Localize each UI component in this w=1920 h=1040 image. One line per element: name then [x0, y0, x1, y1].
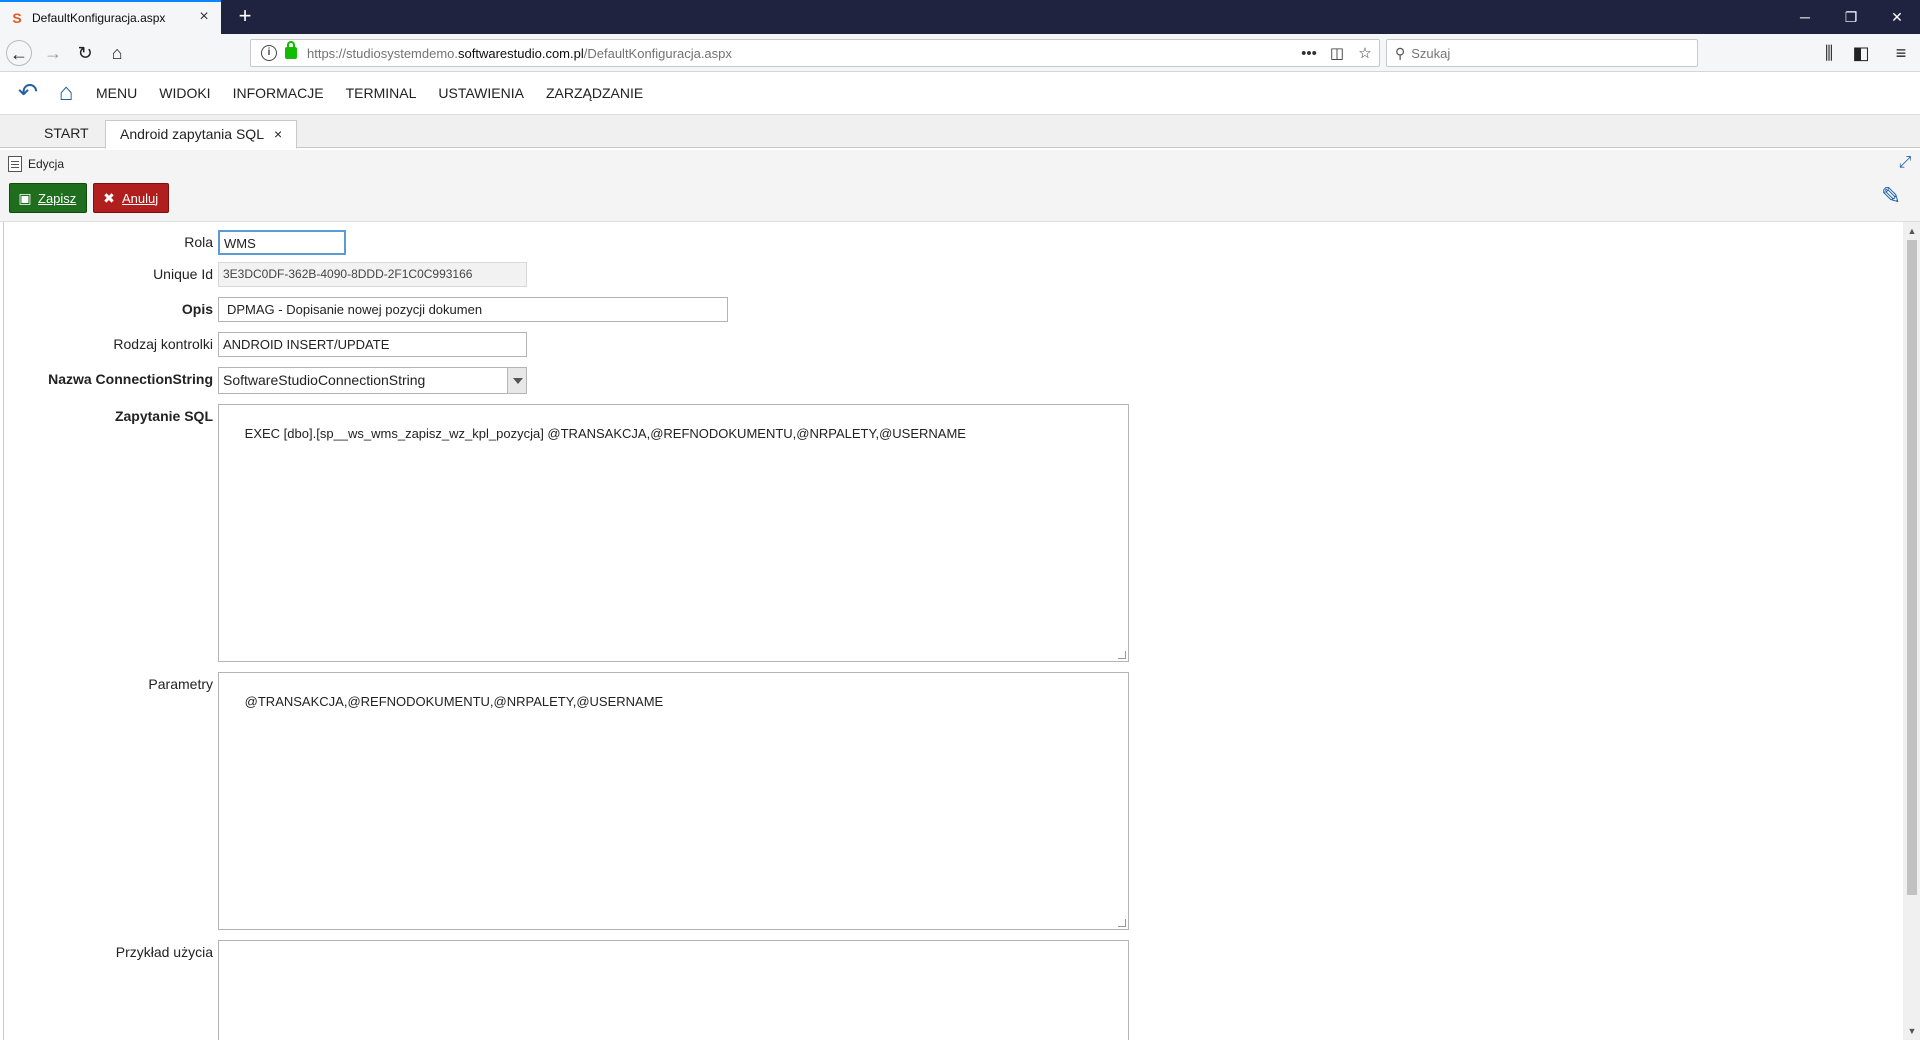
bookmark-star-icon[interactable]: ☆	[1351, 44, 1379, 62]
lock-icon	[285, 41, 297, 59]
tab-close-icon[interactable]: ×	[195, 9, 213, 27]
vertical-scrollbar[interactable]: ▲ ▼	[1903, 222, 1920, 1040]
menu-item-informacje[interactable]: INFORMACJE	[233, 85, 324, 101]
floppy-icon: ▣	[18, 190, 32, 206]
tab-close-icon[interactable]: ×	[274, 126, 282, 142]
zapytanie-sql-textarea[interactable]: EXEC [dbo].[sp__ws_wms_zapisz_wz_kpl_poz…	[218, 404, 1129, 662]
expand-icon[interactable]: ⤢	[1896, 154, 1914, 172]
chevron-down-icon[interactable]	[507, 368, 526, 393]
site-info-icon[interactable]: i	[261, 45, 277, 61]
browser-titlebar: S DefaultKonfiguracja.aspx × + ─ ❐ ✕	[0, 0, 1920, 34]
rola-input[interactable]: WMS	[218, 230, 346, 255]
browser-tab[interactable]: S DefaultKonfiguracja.aspx ×	[0, 0, 221, 34]
app-back-icon[interactable]: ↶	[12, 77, 44, 109]
search-bar[interactable]: ⚲	[1386, 39, 1698, 67]
edit-pen-icon[interactable]: ✎	[1876, 181, 1906, 213]
menu-item-terminal[interactable]: TERMINAL	[346, 85, 417, 101]
rodzaj-kontrolki-label: Rodzaj kontrolki	[113, 336, 213, 352]
new-tab-button[interactable]: +	[232, 4, 258, 30]
tab-android-sql[interactable]: Android zapytania SQL ×	[105, 120, 298, 149]
sidebar-icon[interactable]: ◧	[1848, 40, 1874, 66]
site-favicon-icon: S	[12, 10, 22, 26]
menu-item-widoki[interactable]: WIDOKI	[159, 85, 210, 101]
cancel-label: Anuluj	[122, 190, 159, 206]
x-icon: ✖	[103, 190, 115, 206]
back-icon[interactable]: ←	[6, 40, 32, 66]
panel-title: Edycja	[28, 157, 65, 171]
menu-item-menu[interactable]: MENU	[96, 85, 137, 101]
opis-label: Opis	[181, 301, 213, 317]
przyklad-uzycia-label: Przykład użycia	[115, 944, 213, 960]
scroll-down-icon[interactable]: ▼	[1907, 1026, 1917, 1036]
browser-navbar: ← → ↻ ⌂ i https://studiosystemdemo.softw…	[0, 34, 1920, 72]
parametry-textarea[interactable]: @TRANSAKCJA,@REFNODOKUMENTU,@NRPALETY,@U…	[218, 672, 1129, 930]
connectionstring-label: Nazwa ConnectionString	[48, 371, 213, 387]
forward-icon[interactable]: →	[40, 40, 66, 66]
form-content: Rola WMS Unique Id 3E3DC0DF-362B-4090-8D…	[3, 222, 1900, 1040]
rola-label: Rola	[184, 234, 213, 250]
save-button[interactable]: ▣ Zapisz	[9, 183, 87, 213]
pocket-icon[interactable]: ◫	[1323, 44, 1351, 62]
unique-id-label: Unique Id	[153, 266, 213, 282]
scrollbar-thumb[interactable]	[1907, 240, 1917, 895]
browser-tab-title: DefaultKonfiguracja.aspx	[32, 11, 166, 25]
zapytanie-sql-text: EXEC [dbo].[sp__ws_wms_zapisz_wz_kpl_poz…	[244, 426, 966, 441]
hamburger-menu-icon[interactable]: ≡	[1888, 40, 1914, 66]
app-menubar: ↶ ⌂ MENU WIDOKI INFORMACJE TERMINAL USTA…	[0, 72, 1920, 114]
menu-item-ustawienia[interactable]: USTAWIENIA	[438, 85, 524, 101]
search-input[interactable]	[1411, 45, 1672, 61]
edit-toolbar: ▣ Zapisz ✖ Anuluj ✎	[0, 178, 1920, 222]
reload-icon[interactable]: ↻	[72, 40, 98, 66]
app-home-icon[interactable]: ⌂	[50, 77, 82, 109]
resize-grip-icon[interactable]	[1118, 651, 1126, 659]
parametry-label: Parametry	[148, 676, 213, 692]
menu-item-zarzadzanie[interactable]: ZARZĄDZANIE	[546, 85, 643, 101]
rodzaj-kontrolki-input[interactable]: ANDROID INSERT/UPDATE	[218, 332, 527, 357]
url-text[interactable]: https://studiosystemdemo.softwarestudio.…	[307, 46, 1295, 61]
connectionstring-select[interactable]: SoftwareStudioConnectionString	[218, 367, 527, 394]
panel-header: Edycja ⤢	[0, 150, 1920, 178]
connectionstring-value: SoftwareStudioConnectionString	[223, 372, 426, 388]
opis-input[interactable]: DPMAG - Dopisanie nowej pozycji dokumen	[218, 297, 728, 322]
document-icon	[8, 156, 22, 172]
restore-button[interactable]: ❐	[1828, 0, 1874, 34]
tab-label: Android zapytania SQL	[120, 126, 264, 142]
zapytanie-sql-label: Zapytanie SQL	[114, 408, 213, 424]
przyklad-uzycia-textarea[interactable]	[218, 940, 1129, 1040]
save-label: Zapisz	[38, 190, 77, 206]
window-close-button[interactable]: ✕	[1874, 0, 1920, 34]
library-icon[interactable]: ⫼	[1816, 40, 1842, 66]
search-icon: ⚲	[1395, 44, 1406, 61]
page-actions-icon[interactable]: •••	[1295, 45, 1323, 62]
resize-grip-icon[interactable]	[1118, 919, 1126, 927]
tab-start[interactable]: START	[30, 120, 103, 149]
minimize-button[interactable]: ─	[1782, 0, 1828, 34]
parametry-text: @TRANSAKCJA,@REFNODOKUMENTU,@NRPALETY,@U…	[244, 694, 664, 709]
home-icon[interactable]: ⌂	[104, 40, 130, 66]
scroll-up-icon[interactable]: ▲	[1907, 226, 1917, 236]
url-bar[interactable]: i https://studiosystemdemo.softwarestudi…	[250, 39, 1380, 67]
app-tabstrip: START Android zapytania SQL ×	[0, 114, 1920, 149]
unique-id-field: 3E3DC0DF-362B-4090-8DDD-2F1C0C993166	[218, 262, 527, 287]
cancel-button[interactable]: ✖ Anuluj	[93, 183, 169, 213]
